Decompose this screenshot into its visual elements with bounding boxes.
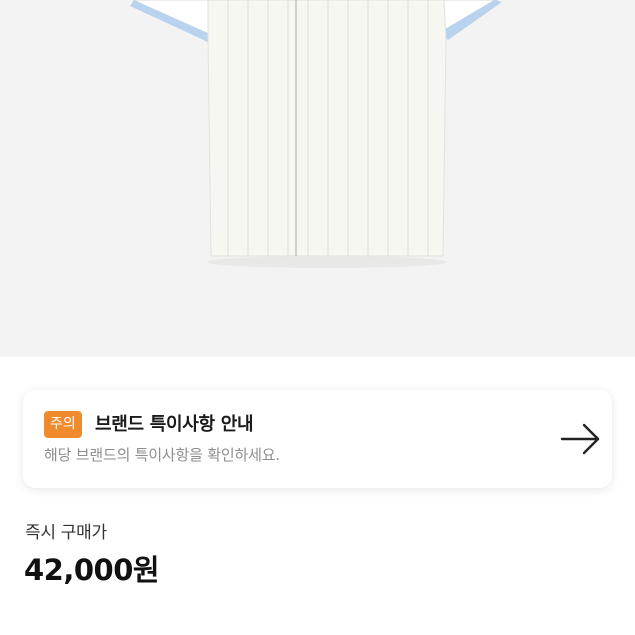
notice-title: 브랜드 특이사항 안내 [95,414,254,435]
notice-description: 해당 브랜드의 특이사항을 확인하세요. [44,446,280,464]
instant-buy-price-label: 즉시 구매가 [25,523,107,543]
arrow-right-icon[interactable] [560,422,602,456]
brand-notice-card[interactable]: 주의 브랜드 특이사항 안내 해당 브랜드의 특이사항을 확인하세요. [23,390,612,488]
product-image[interactable] [0,0,635,357]
instant-buy-price: 42,000원 [24,553,160,587]
product-name-partial [25,620,625,635]
caution-badge: 주의 [44,411,82,438]
shirt-illustration [130,0,502,268]
